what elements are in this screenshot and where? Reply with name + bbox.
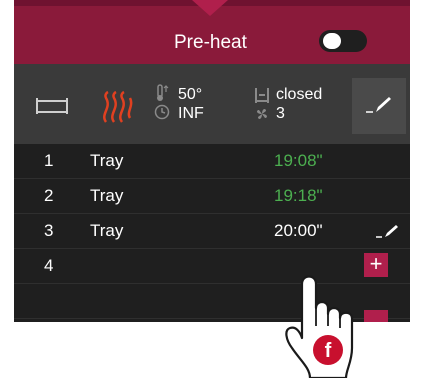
step-name: Tray bbox=[90, 151, 124, 170]
step-time: 20:00" bbox=[274, 221, 323, 240]
pencil-icon bbox=[366, 97, 391, 113]
step-row-2[interactable]: 2 Tray 19:18" bbox=[14, 179, 410, 214]
tap-gesture-hand-icon: f bbox=[285, 275, 354, 378]
toggle-knob bbox=[323, 33, 341, 49]
time-value: INF bbox=[178, 105, 204, 122]
thermometer-icon bbox=[157, 84, 169, 101]
rack-icon bbox=[36, 98, 68, 114]
convection-heat-icon bbox=[103, 90, 133, 123]
cooking-parameters-bar: 50° INF closed 3 bbox=[14, 64, 410, 144]
step-name: Tray bbox=[90, 221, 124, 240]
step-number: 1 bbox=[44, 151, 54, 170]
preheat-toggle[interactable] bbox=[319, 30, 367, 52]
fan-icon bbox=[257, 109, 267, 119]
badge-letter: f bbox=[325, 340, 332, 362]
step-row-3[interactable]: 3 Tray 20:00" bbox=[14, 214, 410, 249]
edit-parameters-button[interactable] bbox=[352, 78, 406, 134]
temperature-value: 50° bbox=[178, 86, 203, 103]
clock-icon bbox=[154, 104, 170, 120]
step-number: 4 bbox=[44, 256, 54, 275]
step-number: 3 bbox=[44, 221, 54, 240]
header-notch bbox=[192, 0, 228, 16]
edit-step-pencil-icon[interactable] bbox=[376, 223, 400, 241]
preheat-header: Pre-heat bbox=[14, 0, 410, 64]
step-number: 2 bbox=[44, 186, 54, 205]
damper-icon bbox=[255, 88, 269, 103]
step-name: Tray bbox=[90, 186, 124, 205]
step-time: 19:18" bbox=[274, 186, 323, 205]
fan-value: 3 bbox=[276, 105, 285, 122]
damper-value: closed bbox=[276, 86, 323, 103]
step-time: 19:08" bbox=[274, 151, 323, 170]
preheat-label: Pre-heat bbox=[174, 32, 247, 53]
step-row-1[interactable]: 1 Tray 19:08" bbox=[14, 144, 410, 179]
